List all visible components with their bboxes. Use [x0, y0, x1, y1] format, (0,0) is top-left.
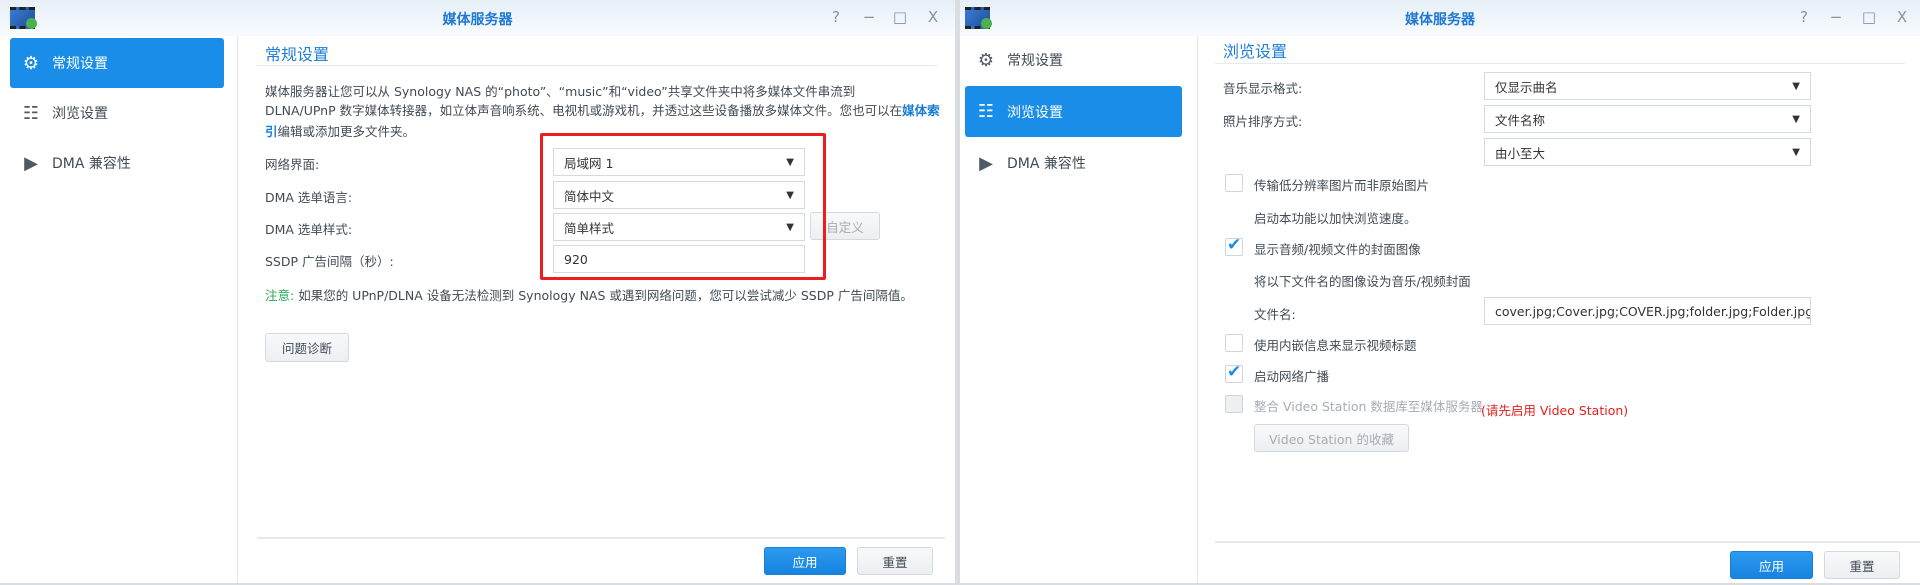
note-prefix: 注意:	[265, 288, 295, 303]
menu-style-label: DMA 选单样式:	[265, 222, 353, 237]
description-text: DLNA/UPnP 数字媒体转接器，如立体声音响系统、电视机或游戏机，并透过这些…	[265, 103, 903, 118]
sidebar-item-label: 浏览设置	[52, 106, 108, 122]
ssdp-interval-label: SSDP 广告间隔（秒）:	[265, 254, 394, 269]
minimize-icon[interactable]: −	[859, 8, 879, 26]
embedded-title-checkbox[interactable]	[1225, 334, 1243, 352]
divider	[257, 65, 937, 66]
footer-divider	[257, 537, 945, 539]
window-title: 媒体服务器	[1405, 12, 1475, 28]
music-format-select[interactable]: 仅显示曲名	[1484, 72, 1811, 100]
cover-image-label: 显示音频/视频文件的封面图像	[1254, 242, 1421, 257]
title-bar: 媒体服务器 ? − □ X	[0, 0, 955, 36]
sidebar-item-label: 常规设置	[52, 56, 108, 72]
cover-image-checkbox[interactable]	[1225, 235, 1243, 256]
sidebar: ⚙ 常规设置 ☷ 浏览设置 ▶ DMA 兼容性	[0, 36, 238, 583]
network-label: 网络界面:	[265, 157, 320, 172]
media-server-window-general: 媒体服务器 ? − □ X ⚙ 常规设置 ☷ 浏览设置 ▶ DMA 兼容性 常规设置 …	[0, 0, 955, 583]
list-icon: ☷	[977, 101, 995, 122]
media-index-link[interactable]: 媒体索	[902, 103, 940, 118]
cover-image-hint: 将以下文件名的图像设为音乐/视频封面	[1254, 274, 1471, 289]
gear-icon: ⚙	[22, 52, 40, 74]
video-station-checkbox[interactable]	[1225, 395, 1243, 413]
maximize-icon[interactable]: □	[1859, 8, 1879, 26]
video-station-warning: (请先启用 Video Station)	[1481, 403, 1629, 418]
footer-divider	[1215, 541, 1920, 543]
sidebar-item-general[interactable]: ⚙ 常规设置	[10, 38, 224, 88]
section-title: 浏览设置	[1223, 42, 1288, 61]
highlight-box	[540, 133, 826, 280]
description-line: DLNA/UPnP 数字媒体转接器，如立体声音响系统、电视机或游戏机，并透过这些…	[265, 100, 940, 119]
help-icon[interactable]: ?	[1794, 8, 1814, 26]
description-line: 引编辑或添加更多文件夹。	[265, 121, 415, 140]
low-res-label: 传输低分辨率图片而非原始图片	[1254, 178, 1430, 193]
photo-sort-label: 照片排序方式:	[1223, 114, 1303, 129]
sidebar-item-browse[interactable]: ☷ 浏览设置	[965, 86, 1182, 137]
sidebar-item-label: 常规设置	[1007, 53, 1063, 69]
play-icon: ▶	[24, 152, 38, 174]
sidebar-item-label: 浏览设置	[1007, 104, 1063, 121]
note: 注意: 如果您的 UPnP/DLNA 设备无法检测到 Synology NAS …	[265, 285, 913, 304]
sidebar-item-dma[interactable]: ▶ DMA 兼容性	[10, 138, 224, 188]
low-res-checkbox[interactable]	[1225, 174, 1243, 192]
list-icon: ☷	[22, 102, 40, 124]
low-res-hint: 启动本功能以加快浏览速度。	[1254, 211, 1417, 226]
diagnose-button[interactable]: 问题诊断	[265, 333, 349, 362]
title-bar: 媒体服务器 ? − □ X	[960, 0, 1920, 36]
menu-language-label: DMA 选单语言:	[265, 190, 353, 205]
photo-order-select[interactable]: 由小至大	[1484, 138, 1811, 166]
sidebar: ⚙ 常规设置 ☷ 浏览设置 ▶ DMA 兼容性	[960, 36, 1198, 583]
broadcast-label: 启动网络广播	[1254, 369, 1330, 384]
gear-icon: ⚙	[977, 49, 995, 71]
video-station-favorites-button[interactable]: Video Station 的收藏	[1254, 424, 1409, 452]
reset-button[interactable]: 重置	[857, 547, 933, 575]
apply-button[interactable]: 应用	[1730, 551, 1813, 579]
apply-button[interactable]: 应用	[764, 547, 846, 575]
sidebar-item-label: DMA 兼容性	[52, 156, 131, 172]
filename-input[interactable]: cover.jpg;Cover.jpg;COVER.jpg;folder.jpg…	[1484, 297, 1811, 325]
media-index-link[interactable]: 引	[265, 124, 278, 139]
broadcast-checkbox[interactable]	[1225, 362, 1243, 383]
reset-button[interactable]: 重置	[1824, 551, 1900, 579]
help-icon[interactable]: ?	[826, 8, 846, 26]
video-station-label: 整合 Video Station 数据库至媒体服务器	[1254, 399, 1483, 414]
photo-sort-select[interactable]: 文件名称	[1484, 105, 1811, 133]
sidebar-item-label: DMA 兼容性	[1007, 156, 1086, 172]
maximize-icon[interactable]: □	[890, 8, 910, 26]
minimize-icon[interactable]: −	[1826, 8, 1846, 26]
section-title: 常规设置	[265, 45, 330, 64]
note-text: 如果您的 UPnP/DLNA 设备无法检测到 Synology NAS 或遇到网…	[294, 288, 913, 303]
play-icon: ▶	[979, 152, 993, 174]
media-server-window-browse: 媒体服务器 ? − □ X ⚙ 常规设置 ☷ 浏览设置 ▶ DMA 兼容性 浏览设置 …	[960, 0, 1920, 583]
music-format-label: 音乐显示格式:	[1223, 81, 1303, 96]
close-icon[interactable]: X	[923, 8, 943, 26]
sidebar-item-dma[interactable]: ▶ DMA 兼容性	[965, 138, 1182, 188]
sidebar-item-browse[interactable]: ☷ 浏览设置	[10, 88, 224, 138]
description-text: 编辑或添加更多文件夹。	[277, 124, 416, 139]
close-icon[interactable]: X	[1892, 8, 1912, 26]
window-title: 媒体服务器	[442, 12, 513, 28]
filename-label: 文件名:	[1254, 307, 1296, 322]
sidebar-item-general[interactable]: ⚙ 常规设置	[965, 35, 1182, 85]
divider	[1215, 63, 1905, 64]
description-line: 媒体服务器让您可以从 Synology NAS 的“photo”、“music”…	[265, 84, 856, 99]
embedded-title-label: 使用内嵌信息来显示视频标题	[1254, 338, 1417, 353]
